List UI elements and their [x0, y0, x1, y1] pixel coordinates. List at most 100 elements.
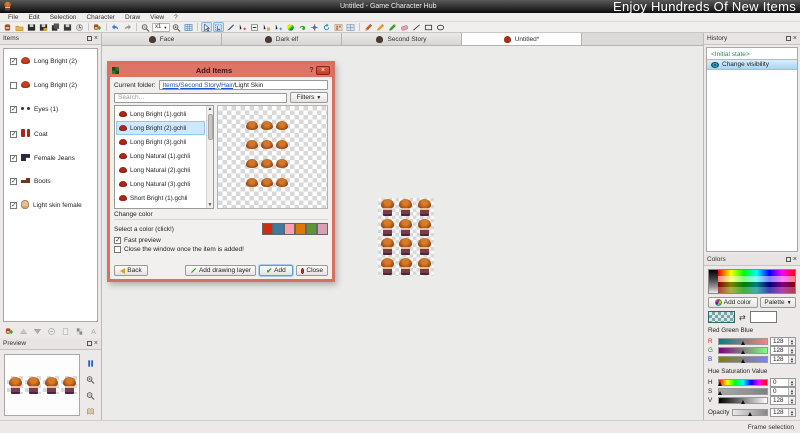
slider-handle[interactable]	[741, 350, 745, 354]
letter-a-icon[interactable]: A	[88, 327, 99, 337]
checker-icon[interactable]	[74, 327, 85, 337]
file-item[interactable]: Long Bright (1).gchli	[116, 107, 205, 121]
slider-track[interactable]	[718, 388, 768, 395]
item-checkbox[interactable]: ✓	[10, 178, 17, 185]
file-item[interactable]: Short Bright (1).gchli	[116, 191, 205, 205]
add-drawing-layer-button[interactable]: Add drawing layer	[185, 265, 256, 276]
add-button[interactable]: ✔Add	[259, 265, 293, 276]
spinner[interactable]: ▲▼	[788, 409, 795, 416]
tab-dark-elf[interactable]: Dark elf	[222, 33, 342, 45]
search-input[interactable]: Search...	[114, 93, 287, 103]
menu-file[interactable]: File	[3, 14, 23, 21]
close-after-row[interactable]: Close the window once the item is added!	[114, 246, 328, 253]
slider-value[interactable]: 0▲▼	[770, 378, 796, 387]
ellipse-icon[interactable]	[435, 22, 446, 32]
color-swatch[interactable]	[306, 223, 317, 235]
dialog-help-button[interactable]: ?	[307, 66, 316, 75]
slider-value[interactable]: 0▲▼	[770, 387, 796, 396]
add-item-icon[interactable]	[92, 22, 103, 32]
slider-handle[interactable]	[748, 412, 752, 416]
cursor-icon[interactable]	[201, 22, 212, 32]
minus-circle-icon[interactable]	[46, 327, 57, 337]
rotate-icon[interactable]	[321, 22, 332, 32]
sheet-grid-icon[interactable]	[345, 22, 356, 32]
save-copy-icon[interactable]	[62, 22, 73, 32]
close-after-checkbox[interactable]	[114, 246, 121, 253]
book-icon[interactable]	[85, 406, 96, 416]
triangle-up-icon[interactable]	[18, 327, 29, 337]
new-character-icon[interactable]	[2, 22, 13, 32]
secondary-color-swatch[interactable]	[750, 311, 777, 323]
menu-edit[interactable]: Edit	[23, 14, 44, 21]
close-panel-icon[interactable]: ×	[793, 257, 797, 262]
dialog-close-action-button[interactable]: Close	[296, 265, 328, 276]
slider-track[interactable]	[732, 409, 768, 416]
float-panel-icon[interactable]	[87, 341, 92, 346]
save-as-icon[interactable]	[38, 22, 49, 32]
tab-second-story[interactable]: Second Story	[342, 33, 462, 45]
eraser-icon[interactable]	[399, 22, 410, 32]
open-folder-icon[interactable]	[14, 22, 25, 32]
item-row[interactable]: ✓Boots	[10, 178, 97, 185]
item-checkbox[interactable]: ✓	[10, 131, 17, 138]
slider-value[interactable]: 128▲▼	[770, 337, 796, 346]
zoom-in-icon[interactable]	[171, 22, 182, 32]
color-swatch[interactable]	[317, 223, 328, 235]
color-swatch[interactable]	[262, 223, 273, 235]
history-initial-state[interactable]: <Initial state>	[707, 50, 797, 59]
knife-icon[interactable]	[225, 22, 236, 32]
float-panel-icon[interactable]	[87, 36, 92, 41]
slider-track[interactable]	[718, 397, 768, 404]
slider-track[interactable]	[718, 347, 768, 354]
slider-track[interactable]	[718, 338, 768, 345]
menu-help[interactable]: ?	[169, 14, 183, 21]
item-row[interactable]: ✓Coat	[10, 129, 97, 139]
dialog-close-button[interactable]: ×	[316, 66, 330, 75]
slider-value[interactable]: 128▲▼	[770, 396, 796, 405]
cursor-copy-icon[interactable]	[261, 22, 272, 32]
menu-draw[interactable]: Draw	[120, 14, 145, 21]
filters-button[interactable]: Filters▼	[290, 92, 328, 103]
pencil-icon[interactable]	[363, 22, 374, 32]
back-button[interactable]: Back	[114, 265, 148, 276]
file-list-scrollbar[interactable]: ▲▼	[206, 106, 213, 208]
slider-value[interactable]: 128▲▼	[770, 408, 796, 417]
magic-pen-icon[interactable]	[387, 22, 398, 32]
zoom-out-icon[interactable]	[140, 22, 151, 32]
spinner[interactable]: ▲▼	[788, 338, 795, 345]
line-icon[interactable]	[411, 22, 422, 32]
canvas[interactable]: Add Items ? × Current folder: Items / Se…	[102, 46, 703, 420]
item-checkbox[interactable]	[10, 82, 17, 89]
fast-preview-row[interactable]: ✓ Fast preview	[114, 237, 328, 244]
item-row[interactable]: Long Bright (2)	[10, 81, 97, 90]
file-item[interactable]: Long Natural (2).gchli	[116, 163, 205, 177]
item-checkbox[interactable]: ✓	[10, 155, 17, 162]
color-wheel-icon[interactable]	[285, 22, 296, 32]
slider-track[interactable]	[718, 379, 768, 386]
zoom-level-combo[interactable]: x1▼	[152, 23, 170, 32]
breadcrumb-second-story[interactable]: Second Story	[180, 82, 219, 89]
export-icon[interactable]	[74, 22, 85, 32]
slider-handle[interactable]	[741, 341, 745, 345]
rectangle-icon[interactable]	[423, 22, 434, 32]
slider-handle[interactable]	[741, 359, 745, 363]
dialog-titlebar[interactable]: Add Items ? ×	[110, 64, 332, 77]
item-row[interactable]: ✓Eyes (1)	[10, 105, 97, 114]
save-icon[interactable]	[26, 22, 37, 32]
close-panel-icon[interactable]: ×	[94, 36, 98, 41]
spinner[interactable]: ▲▼	[788, 397, 795, 404]
menu-character[interactable]: Character	[81, 14, 120, 21]
translate-icon[interactable]	[309, 22, 320, 32]
grid-icon[interactable]	[183, 22, 194, 32]
breadcrumb-hair[interactable]: Hair	[221, 82, 233, 89]
add-color-button[interactable]: Add color	[708, 297, 758, 308]
spinner[interactable]: ▲▼	[788, 379, 795, 386]
save-all-icon[interactable]	[50, 22, 61, 32]
slider-handle[interactable]	[718, 391, 722, 395]
character-sprite-sheet[interactable]	[378, 198, 434, 276]
preview-zoom-in-icon[interactable]	[85, 374, 96, 384]
float-panel-icon[interactable]	[786, 257, 791, 262]
menu-selection[interactable]: Selection	[45, 14, 82, 21]
float-panel-icon[interactable]	[786, 36, 791, 41]
tab-face[interactable]: Face	[102, 33, 222, 45]
